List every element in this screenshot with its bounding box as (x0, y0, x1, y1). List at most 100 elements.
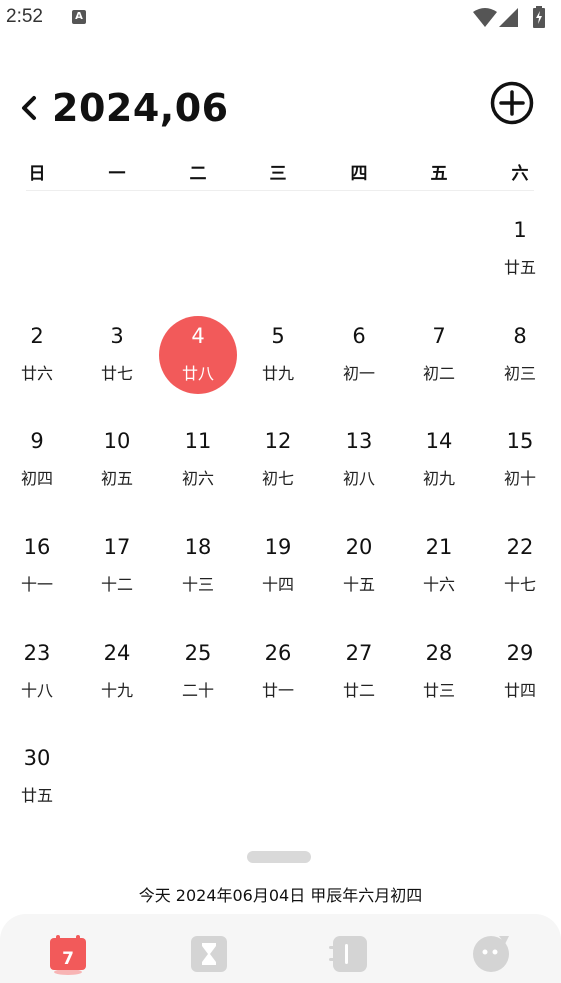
calendar-day[interactable]: 15 初十 (480, 407, 560, 507)
calendar-day[interactable]: 1 廿五 (480, 196, 560, 296)
nav-chat-tab[interactable] (471, 934, 511, 974)
day-number: 3 (110, 324, 124, 348)
status-icons (473, 6, 553, 28)
lunar-date: 廿九 (261, 364, 294, 383)
day-number: 7 (432, 324, 446, 348)
bottom-nav: 7 (0, 914, 561, 983)
month-title[interactable]: 2024,06 (52, 86, 229, 130)
day-number: 2 (30, 324, 44, 348)
calendar-badge: 7 (62, 949, 74, 969)
lunar-date: 十九 (100, 681, 133, 700)
lunar-date: 二十 (181, 681, 214, 700)
day-number: 11 (184, 429, 212, 453)
day-number: 22 (506, 535, 534, 559)
lunar-date: 十三 (181, 575, 214, 594)
day-number: 28 (425, 641, 453, 665)
lunar-date: 廿七 (100, 364, 133, 383)
lunar-date: 廿二 (342, 681, 375, 700)
chat-icon (473, 936, 509, 972)
nav-calendar-tab[interactable]: 7 (48, 934, 88, 975)
battery-icon (533, 6, 545, 28)
day-number: 8 (513, 324, 527, 348)
status-bar: 2:52 A (0, 0, 561, 36)
lunar-date: 十四 (261, 575, 294, 594)
day-number: 6 (352, 324, 366, 348)
calendar-day[interactable]: 6 初一 (319, 302, 399, 402)
lunar-date: 十二 (100, 575, 133, 594)
calendar-day[interactable]: 28 廿三 (399, 619, 479, 719)
calendar-day[interactable]: 9 初四 (0, 407, 77, 507)
calendar-day[interactable]: 7 初二 (399, 302, 479, 402)
lunar-date: 初九 (422, 469, 455, 488)
lunar-date: 十六 (422, 575, 455, 594)
day-number: 27 (345, 641, 373, 665)
calendar-day[interactable]: 19 十四 (238, 513, 318, 613)
day-number: 5 (271, 324, 285, 348)
calendar-day[interactable]: 11 初六 (158, 407, 238, 507)
day-number: 17 (103, 535, 131, 559)
lunar-date: 十一 (20, 575, 53, 594)
calendar-day[interactable]: 17 十二 (77, 513, 157, 613)
weekday-divider (26, 190, 534, 191)
weekday-mon: 一 (108, 164, 126, 184)
status-time: 2:52 (6, 6, 43, 27)
calendar-day[interactable]: 5 廿九 (238, 302, 318, 402)
wifi-icon (473, 8, 497, 27)
weekday-thu: 四 (350, 164, 368, 184)
lunar-date: 十八 (20, 681, 53, 700)
calendar-day[interactable]: 18 十三 (158, 513, 238, 613)
calendar-day[interactable]: 30 廿五 (0, 724, 77, 824)
plus-circle-icon (490, 81, 534, 125)
calendar-day[interactable]: 26 廿一 (238, 619, 318, 719)
calendar-icon: 7 (50, 935, 86, 975)
calendar-day[interactable]: 20 十五 (319, 513, 399, 613)
notebook-icon (329, 936, 367, 972)
calendar-day[interactable]: 21 十六 (399, 513, 479, 613)
nav-notes-tab[interactable] (329, 934, 369, 974)
calendar-day[interactable]: 8 初三 (480, 302, 560, 402)
calendar-day[interactable]: 16 十一 (0, 513, 77, 613)
day-number: 4 (191, 324, 205, 348)
day-number: 21 (425, 535, 453, 559)
calendar-day[interactable]: 23 十八 (0, 619, 77, 719)
day-number: 18 (184, 535, 212, 559)
calendar-day-selected[interactable]: 4 廿八 (158, 302, 238, 402)
weekday-header: 日 一 二 三 四 五 六 (0, 152, 561, 188)
weekday-sun: 日 (28, 164, 46, 184)
lunar-date: 初一 (342, 364, 375, 383)
lunar-date: 初六 (181, 469, 214, 488)
today-info: 今天 2024年06月04日 甲辰年六月初四 (138, 886, 423, 905)
calendar-day[interactable]: 14 初九 (399, 407, 479, 507)
calendar-header: 2024,06 (0, 78, 561, 138)
calendar-day[interactable]: 22 十七 (480, 513, 560, 613)
calendar-day[interactable]: 13 初八 (319, 407, 399, 507)
day-number: 26 (264, 641, 292, 665)
calendar-day[interactable]: 10 初五 (77, 407, 157, 507)
day-number: 29 (506, 641, 534, 665)
lunar-date: 廿六 (20, 364, 53, 383)
day-number: 10 (103, 429, 131, 453)
day-number: 24 (103, 641, 131, 665)
lunar-date: 初七 (261, 469, 294, 488)
day-number: 19 (264, 535, 292, 559)
calendar-day[interactable]: 27 廿二 (319, 619, 399, 719)
lunar-date: 十七 (503, 575, 536, 594)
previous-month-button[interactable] (14, 90, 44, 126)
bottom-sheet-handle[interactable] (247, 851, 311, 863)
calendar-day[interactable]: 29 廿四 (480, 619, 560, 719)
add-event-button[interactable] (489, 80, 535, 126)
day-number: 23 (23, 641, 51, 665)
day-number: 9 (30, 429, 44, 453)
day-number: 16 (23, 535, 51, 559)
calendar-day[interactable]: 3 廿七 (77, 302, 157, 402)
calendar-day[interactable]: 24 十九 (77, 619, 157, 719)
calendar-day[interactable]: 2 廿六 (0, 302, 77, 402)
weekday-fri: 五 (430, 164, 448, 184)
calendar-day[interactable]: 25 二十 (158, 619, 238, 719)
day-number: 1 (513, 218, 527, 242)
calendar-day[interactable]: 12 初七 (238, 407, 318, 507)
day-number: 13 (345, 429, 373, 453)
lunar-date: 廿八 (181, 364, 214, 383)
day-number: 30 (23, 746, 51, 770)
nav-timer-tab[interactable] (189, 934, 229, 974)
